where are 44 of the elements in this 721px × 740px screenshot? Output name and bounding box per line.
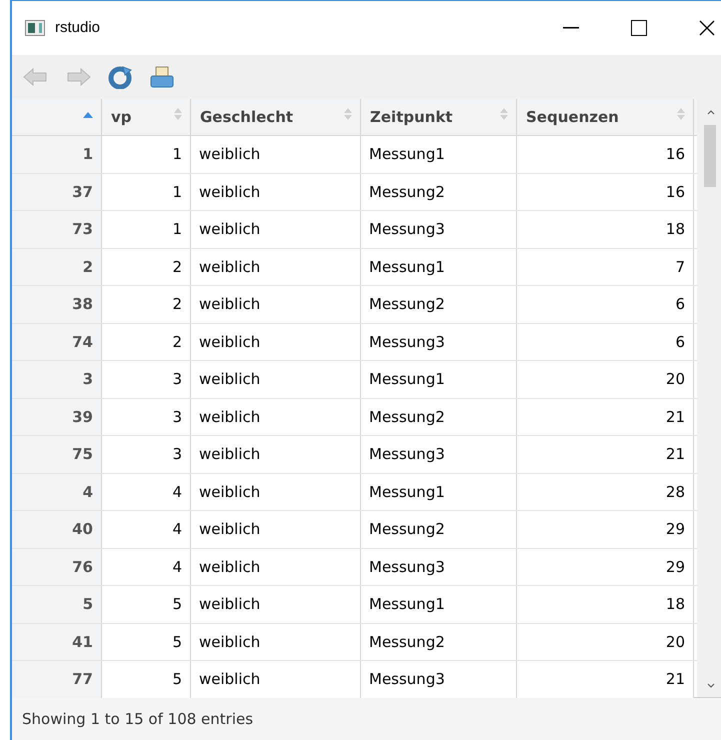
column-header[interactable]: vp <box>102 99 191 135</box>
row-number: 2 <box>12 248 102 285</box>
sort-icon[interactable] <box>344 108 352 120</box>
scroll-up-icon[interactable] <box>707 109 715 115</box>
row-number: 75 <box>12 436 102 472</box>
row-number: 74 <box>12 324 102 360</box>
table-cell: 5 <box>102 661 191 698</box>
table-cell: Messung3 <box>361 661 517 698</box>
row-number: 76 <box>12 548 102 585</box>
table-cell: weiblich <box>191 661 361 698</box>
row-number: 1 <box>12 136 102 172</box>
column-header-label: Sequenzen <box>526 106 619 128</box>
row-number: 39 <box>12 398 102 435</box>
minimize-icon[interactable] <box>563 27 579 29</box>
column-header[interactable]: Sequenzen <box>517 99 694 135</box>
column-header-label: vp <box>111 106 132 128</box>
row-number: 41 <box>12 624 102 660</box>
row-number: 40 <box>12 511 102 548</box>
scrollbar[interactable] <box>697 99 721 697</box>
row-number: 77 <box>12 661 102 698</box>
close-icon[interactable] <box>699 20 715 36</box>
app-icon <box>25 20 45 36</box>
status-text: Showing 1 to 15 of 108 entries <box>22 708 254 730</box>
column-header-label: Zeitpunkt <box>370 106 453 128</box>
sort-icon[interactable] <box>677 108 685 120</box>
row-number: 73 <box>12 211 102 248</box>
table-cell: 21 <box>517 661 694 698</box>
printer-icon[interactable] <box>148 65 176 89</box>
window-title: rstudio <box>55 18 100 38</box>
scroll-thumb[interactable] <box>704 125 716 187</box>
column-header[interactable]: Geschlecht <box>191 99 361 135</box>
sort-ascending-icon[interactable] <box>83 112 93 118</box>
row-number: 4 <box>12 474 102 510</box>
row-number: 5 <box>12 586 102 622</box>
row-number: 38 <box>12 286 102 322</box>
sort-icon[interactable] <box>500 108 508 120</box>
row-number: 37 <box>12 174 102 210</box>
sort-icon[interactable] <box>174 108 182 120</box>
refresh-icon[interactable] <box>106 65 134 89</box>
scroll-down-icon[interactable] <box>707 683 715 689</box>
row-number: 3 <box>12 361 102 398</box>
column-header[interactable]: Zeitpunkt <box>361 99 517 135</box>
column-header-label: Geschlecht <box>200 106 294 128</box>
maximize-icon[interactable] <box>631 20 647 36</box>
